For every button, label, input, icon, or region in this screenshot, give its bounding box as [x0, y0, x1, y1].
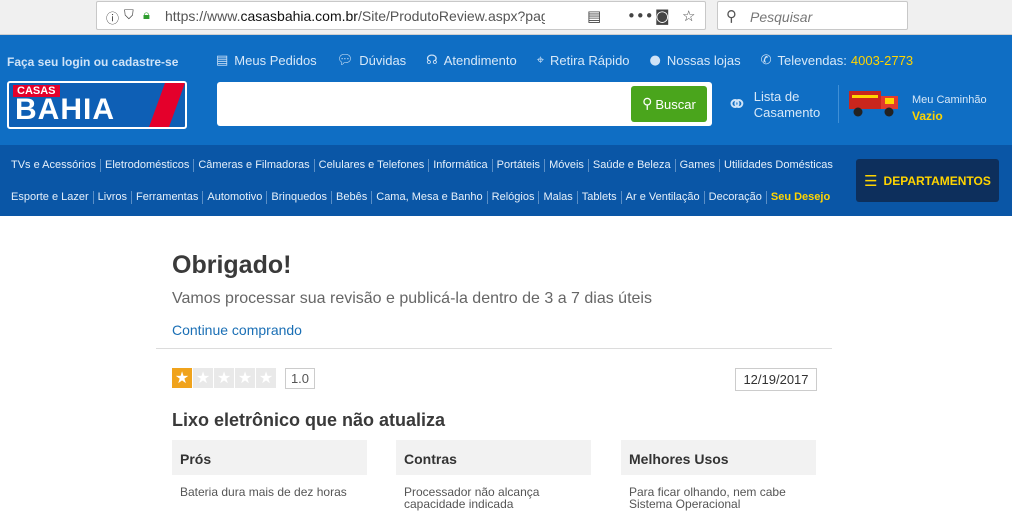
review-title: Lixo eletrônico que não atualiza — [172, 410, 446, 430]
casas-bahia-logo[interactable]: CASAS BAHIA — [7, 81, 187, 129]
duvidas-link[interactable]: 💬︎ Dúvidas — [337, 53, 406, 68]
confirmation-message: Vamos processar sua revisão e publicá-la… — [172, 290, 652, 307]
address-bar[interactable]: ⓘ ⛉ 🔒︎ https://www.casasbahia.com.br/Sit… — [96, 1, 706, 30]
star-icon: ★ — [172, 368, 192, 388]
pros-header: Prós — [172, 440, 367, 475]
category-item[interactable]: Celulares e Telefones — [315, 159, 430, 172]
search-icon: ⚲ — [642, 96, 653, 112]
category-item[interactable]: Bebês — [332, 191, 373, 204]
continue-shopping-link[interactable]: Continue comprando — [172, 322, 302, 338]
nossas-lojas-link[interactable]: ● Nossas lojas — [650, 53, 741, 68]
category-item[interactable]: Games — [676, 159, 721, 172]
seu-desejo-link[interactable]: Seu Desejo — [767, 191, 834, 204]
search-button[interactable]: ⚲ Buscar — [631, 86, 707, 122]
browser-search-box[interactable]: ⚲ Pesquisar — [717, 1, 908, 30]
search-placeholder: Pesquisar — [750, 9, 813, 25]
lock-icon[interactable]: 🔒︎ — [143, 8, 150, 23]
store-pin-icon: ● — [649, 53, 661, 68]
review-date: 12/19/2017 — [735, 368, 817, 391]
category-item[interactable]: Informática — [429, 159, 493, 172]
star-icon: ★ — [193, 368, 213, 388]
category-item[interactable]: Eletrodomésticos — [101, 159, 195, 172]
meus-pedidos-link[interactable]: ▤ Meus Pedidos — [216, 53, 317, 68]
category-item[interactable]: Livros — [94, 191, 132, 204]
cart-status: Vazio — [912, 109, 943, 123]
headset-icon: ☊ — [426, 53, 438, 68]
televendas[interactable]: ✆ Televendas: 4003-2773 — [761, 53, 913, 68]
browser-toolbar: ⓘ ⛉ 🔒︎ https://www.casasbahia.com.br/Sit… — [0, 0, 1012, 35]
star-icon: ★ — [214, 368, 234, 388]
logo-bahia: BAHIA — [15, 93, 115, 126]
best-uses-header: Melhores Usos — [621, 440, 816, 475]
category-item[interactable]: Tablets — [578, 191, 622, 204]
chat-icon: 💬︎ — [336, 53, 354, 68]
category-item[interactable]: Portáteis — [493, 159, 546, 172]
category-item[interactable]: Malas — [539, 191, 578, 204]
retira-rapido-link[interactable]: ⌖ Retira Rápido — [537, 53, 630, 68]
bookmark-star-icon[interactable]: ☆ — [682, 7, 695, 25]
shield-icon[interactable]: ⛉ — [124, 8, 134, 23]
star-icon: ★ — [235, 368, 255, 388]
rating-value: 1.0 — [285, 368, 315, 389]
pros-text: Bateria dura mais de dez horas — [180, 485, 347, 499]
category-item[interactable]: Relógios — [488, 191, 540, 204]
cons-header: Contras — [396, 440, 591, 475]
rings-icon: ⚭ — [726, 90, 748, 120]
category-item[interactable]: Ar e Ventilação — [622, 191, 705, 204]
category-item[interactable]: Decoração — [705, 191, 767, 204]
category-row-1: TVs e Acessórios Eletrodomésticos Câmera… — [7, 159, 837, 172]
info-icon[interactable]: ⓘ — [106, 8, 119, 27]
category-item[interactable]: TVs e Acessórios — [7, 159, 101, 172]
page-title: Obrigado! — [172, 251, 292, 279]
atendimento-link[interactable]: ☊ Atendimento — [426, 53, 517, 68]
product-search-input[interactable]: ⚲ Buscar — [217, 82, 712, 126]
star-rating: ★ ★ ★ ★ ★ — [172, 368, 277, 388]
category-nav: TVs e Acessórios Eletrodomésticos Câmera… — [0, 145, 1012, 216]
category-item[interactable]: Esporte e Lazer — [7, 191, 94, 204]
cons-text: Processador não alcança capacidade indic… — [404, 485, 540, 511]
logo-stripe — [147, 83, 185, 127]
departments-button[interactable]: ☰ DEPARTAMENTOS — [856, 159, 999, 202]
phone-icon: ✆ — [760, 53, 772, 68]
list-icon: ▤ — [216, 53, 229, 68]
pin-icon: ⌖ — [536, 53, 545, 68]
header-divider — [838, 85, 839, 123]
star-icon: ★ — [256, 368, 276, 388]
menu-icon: ☰ — [864, 171, 878, 190]
truck-icon[interactable] — [848, 87, 902, 119]
cart[interactable]: Meu Caminhão Vazio — [912, 92, 987, 124]
url-text[interactable]: https://www.casasbahia.com.br/Site/Produ… — [165, 8, 545, 24]
category-item[interactable]: Brinquedos — [267, 191, 333, 204]
lista-casamento-link[interactable]: ⚭ Lista de Casamento — [726, 89, 820, 121]
login-link[interactable]: Faça seu login ou cadastre-se — [7, 55, 178, 69]
category-item[interactable]: Câmeras e Filmadoras — [194, 159, 315, 172]
more-icon[interactable]: ••• — [627, 7, 654, 25]
search-icon: ⚲ — [726, 7, 737, 25]
category-item[interactable]: Automotivo — [203, 191, 268, 204]
category-row-2: Esporte e Lazer Livros Ferramentas Autom… — [7, 191, 834, 204]
category-item[interactable]: Saúde e Beleza — [589, 159, 676, 172]
televendas-number: 4003-2773 — [850, 53, 914, 68]
top-links: ▤ Meus Pedidos 💬︎ Dúvidas ☊ Atendimento ⌖ Re… — [216, 53, 933, 68]
divider — [156, 348, 832, 349]
site-header: Faça seu login ou cadastre-se ▤ Meus Pedi… — [0, 35, 1012, 145]
reader-view-icon[interactable]: ▤ — [587, 7, 601, 25]
category-item[interactable]: Móveis — [545, 159, 589, 172]
category-item[interactable]: Ferramentas — [132, 191, 204, 204]
category-item[interactable]: Cama, Mesa e Banho — [372, 191, 488, 204]
best-uses-text: Para ficar olhando, nem cabe Sistema Ope… — [629, 485, 786, 511]
pocket-icon[interactable]: ◙ — [655, 7, 670, 25]
best-uses-section: Melhores Usos Para ficar olhando, nem ca… — [621, 440, 816, 521]
pros-section: Prós Bateria dura mais de dez horas — [172, 440, 367, 509]
category-item[interactable]: Utilidades Domésticas — [720, 159, 837, 172]
cons-section: Contras Processador não alcança capacida… — [396, 440, 591, 521]
